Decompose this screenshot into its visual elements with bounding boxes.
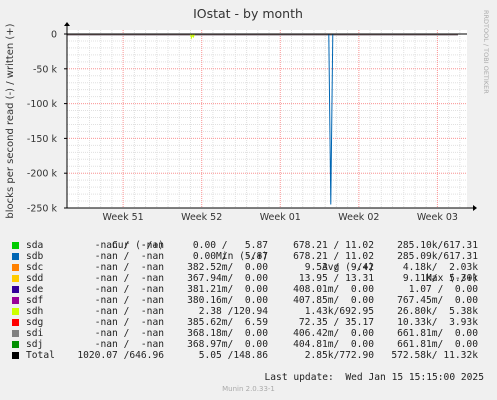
legend-max-value: 572.58k/ 11.32k xyxy=(391,350,478,361)
legend-min-value: 380.16m/ 0.00 xyxy=(187,295,268,306)
legend-series-name: sda xyxy=(26,240,44,251)
grid xyxy=(66,30,467,209)
legend-max-value: 1.07 / 0.00 xyxy=(408,284,478,295)
legend-swatch xyxy=(12,253,19,260)
legend-row-sdf: sdf -nan / -nan 380.16m/ 0.00 407.85m/ 0.00… xyxy=(0,295,497,306)
legend-cur-value: -nan / -nan xyxy=(94,306,164,317)
legend-min-value: 0.00 / 5.87 xyxy=(192,240,268,251)
last-update: Last update: Wed Jan 15 15:15:00 2025 xyxy=(264,372,485,383)
legend-swatch xyxy=(12,341,19,348)
y-tick-label: -50 k xyxy=(33,64,58,75)
legend-cur-value: -nan / -nan xyxy=(94,273,164,284)
x-tick-label: Week 52 xyxy=(181,212,222,223)
legend-cur-value: -nan / -nan xyxy=(94,317,164,328)
legend-swatch xyxy=(12,264,19,271)
legend-cur-value: -nan / -nan xyxy=(94,240,164,251)
legend-row-sdb: sdb -nan / -nan 0.00 / 5.87 678.21 / 11.02 2… xyxy=(0,251,497,262)
legend-swatch xyxy=(12,352,19,359)
y-axis-label: blocks per second read (-) / written (+) xyxy=(5,23,16,218)
legend-cur-value: -nan / -nan xyxy=(94,328,164,339)
x-tick-label: Week 03 xyxy=(417,212,458,223)
legend-series-name: sdf xyxy=(26,295,44,306)
rrdtool-credit: RRDTOOL / TOBI OETIKER xyxy=(482,10,490,94)
legend-row-total: Total 1020.07 /646.96 5.05 /148.86 2.85k/77… xyxy=(0,350,497,361)
legend-avg-value: 406.42m/ 0.00 xyxy=(293,328,374,339)
legend-series-name: Total xyxy=(26,350,55,361)
legend-swatch xyxy=(12,297,19,304)
legend-max-value: 285.09k/617.31 xyxy=(397,251,478,262)
legend-row-sdj: sdj -nan / -nan 368.97m/ 0.00 404.81m/ 0.00… xyxy=(0,339,497,350)
legend-row-sda: sda -nan / -nan 0.00 / 5.87 678.21 / 11.02 2… xyxy=(0,240,497,251)
y-tick-label: 0 xyxy=(51,30,57,41)
legend-swatch xyxy=(12,286,19,293)
legend-avg-value: 678.21 / 11.02 xyxy=(293,240,374,251)
legend-avg-value: 407.85m/ 0.00 xyxy=(293,295,374,306)
legend-series-name: sdc xyxy=(26,262,44,273)
legend-min-value: 5.05 /148.86 xyxy=(198,350,268,361)
legend-min-value: 368.97m/ 0.00 xyxy=(187,339,268,350)
legend-swatch xyxy=(12,275,19,282)
legend-cur-value: -nan / -nan xyxy=(94,262,164,273)
legend-max-value: 9.11k/ 5.30k xyxy=(402,273,478,284)
legend-series-name: sdj xyxy=(26,339,44,350)
legend-min-value: 368.18m/ 0.00 xyxy=(187,328,268,339)
legend-series-name: sdi xyxy=(26,328,44,339)
legend-swatch xyxy=(12,330,19,337)
legend-avg-value: 1.43k/692.95 xyxy=(304,306,374,317)
legend-min-value: 381.21m/ 0.00 xyxy=(187,284,268,295)
chart-title: IOstat - by month xyxy=(193,6,303,21)
legend-max-value: 10.33k/ 3.93k xyxy=(397,317,478,328)
legend-series-name: sdd xyxy=(26,273,44,284)
legend-avg-value: 404.81m/ 0.00 xyxy=(293,339,374,350)
legend-min-value: 382.52m/ 0.00 xyxy=(187,262,268,273)
y-tick-label: -150 k xyxy=(27,134,58,145)
legend-cur-value: -nan / -nan xyxy=(94,284,164,295)
legend-cur-value: 1020.07 /646.96 xyxy=(77,350,164,361)
legend-series-name: sdh xyxy=(26,306,44,317)
legend-series-name: sdg xyxy=(26,317,44,328)
legend-min-value: 367.94m/ 0.00 xyxy=(187,273,268,284)
legend-max-value: 26.80k/ 5.38k xyxy=(397,306,478,317)
legend-cur-value: -nan / -nan xyxy=(94,339,164,350)
y-tick-label: -250 k xyxy=(27,204,58,215)
x-tick-label: Week 02 xyxy=(338,212,379,223)
legend-max-value: 661.81m/ 0.00 xyxy=(397,339,478,350)
legend-min-value: 0.00 / 5.87 xyxy=(192,251,268,262)
legend-row-sdg: sdg -nan / -nan 385.62m/ 6.59 72.35 / 35.17… xyxy=(0,317,497,328)
legend-swatch xyxy=(12,319,19,326)
legend-avg-value: 408.01m/ 0.00 xyxy=(293,284,374,295)
legend-min-value: 385.62m/ 6.59 xyxy=(187,317,268,328)
legend-min-value: 2.38 /120.94 xyxy=(198,306,268,317)
legend-row-sde: sde -nan / -nan 381.21m/ 0.00 408.01m/ 0.00… xyxy=(0,284,497,295)
legend-max-value: 285.10k/617.31 xyxy=(397,240,478,251)
legend-max-value: 767.45m/ 0.00 xyxy=(397,295,478,306)
legend-header-row: Cur (-/+) Min (-/+) Avg (-/+) Max (-/+) xyxy=(0,229,497,284)
y-tick-label: -100 k xyxy=(27,99,58,110)
legend-max-value: 4.18k/ 2.03k xyxy=(402,262,478,273)
legend-swatch xyxy=(12,242,19,249)
legend-avg-value: 9.53 / 9.42 xyxy=(304,262,374,273)
legend-cur-value: -nan / -nan xyxy=(94,295,164,306)
legend-avg-value: 678.21 / 11.02 xyxy=(293,251,374,262)
legend-row-sdh: sdh -nan / -nan 2.38 /120.94 1.43k/692.95 26… xyxy=(0,306,497,317)
munin-version: Munin 2.0.33-1 xyxy=(222,385,275,393)
legend-row-sdc: sdc -nan / -nan 382.52m/ 0.00 9.53 / 9.42 4.… xyxy=(0,262,497,273)
legend-swatch xyxy=(12,308,19,315)
x-tick-label: Week 01 xyxy=(260,212,301,223)
plot-background xyxy=(67,30,467,208)
legend-avg-value: 72.35 / 35.17 xyxy=(298,317,374,328)
chart-area: 0 -50 k -100 k -150 k -200 k -250 k Week 51 Wee… xyxy=(5,6,490,223)
legend-row-sdi: sdi -nan / -nan 368.18m/ 0.00 406.42m/ 0.00… xyxy=(0,328,497,339)
y-tick-label: -200 k xyxy=(27,169,58,180)
legend-avg-value: 13.95 / 13.31 xyxy=(298,273,374,284)
x-axis-arrow xyxy=(473,205,477,211)
y-axis-arrow xyxy=(64,22,70,26)
legend-cur-value: -nan / -nan xyxy=(94,251,164,262)
x-tick-label: Week 51 xyxy=(103,212,144,223)
legend-series-name: sde xyxy=(26,284,44,295)
legend-row-sdd: sdd -nan / -nan 367.94m/ 0.00 13.95 / 13.31… xyxy=(0,273,497,284)
legend-avg-value: 2.85k/772.90 xyxy=(304,350,374,361)
legend-max-value: 661.81m/ 0.00 xyxy=(397,328,478,339)
legend-series-name: sdb xyxy=(26,251,44,262)
